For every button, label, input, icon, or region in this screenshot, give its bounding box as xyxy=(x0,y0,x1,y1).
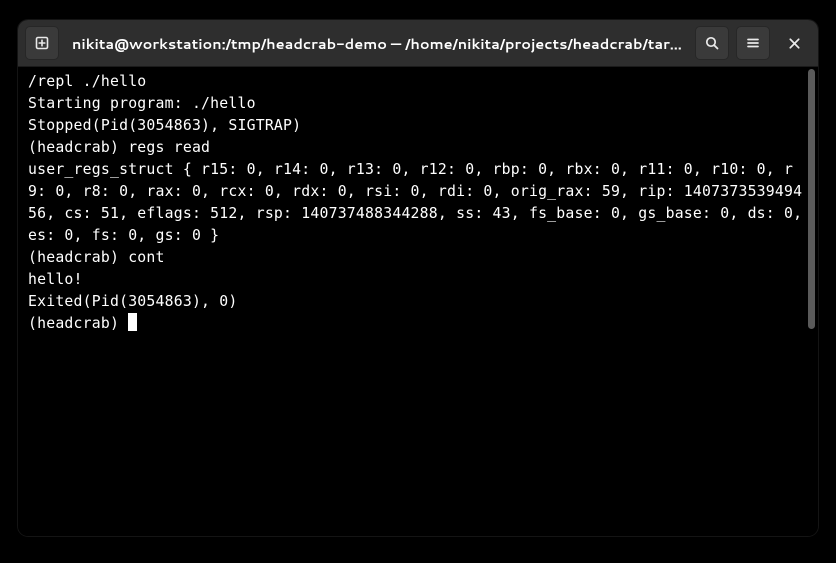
new-tab-icon xyxy=(34,35,50,51)
terminal-line: Stopped(Pid(3054863), SIGTRAP) xyxy=(28,115,808,137)
terminal-prompt: (headcrab) xyxy=(28,315,128,332)
terminal-scrollbar-thumb[interactable] xyxy=(808,69,815,329)
terminal-cursor xyxy=(128,313,137,331)
terminal-line: Exited(Pid(3054863), 0) xyxy=(28,291,808,313)
terminal-scrollbar[interactable] xyxy=(807,69,816,329)
terminal-prompt-line: (headcrab) xyxy=(28,313,808,335)
titlebar: nikita@workstation:/tmp/headcrab-demo — … xyxy=(18,20,818,67)
titlebar-right-group xyxy=(695,26,811,60)
close-button[interactable] xyxy=(777,26,811,60)
terminal-content[interactable]: /repl ./helloStarting program: ./helloSt… xyxy=(18,67,818,536)
terminal-window: nikita@workstation:/tmp/headcrab-demo — … xyxy=(18,20,818,536)
terminal-line: user_regs_struct { r15: 0, r14: 0, r13: … xyxy=(28,159,808,247)
search-button[interactable] xyxy=(695,26,729,60)
terminal-viewport: /repl ./helloStarting program: ./helloSt… xyxy=(18,67,818,536)
terminal-line: (headcrab) regs read xyxy=(28,137,808,159)
terminal-line: hello! xyxy=(28,269,808,291)
search-icon xyxy=(704,35,720,51)
terminal-line: Starting program: ./hello xyxy=(28,93,808,115)
menu-button[interactable] xyxy=(736,26,770,60)
hamburger-icon xyxy=(745,35,761,51)
close-icon xyxy=(787,36,802,51)
terminal-line: /repl ./hello xyxy=(28,71,808,93)
window-title: nikita@workstation:/tmp/headcrab-demo — … xyxy=(61,33,693,54)
new-tab-button[interactable] xyxy=(25,26,59,60)
terminal-line: (headcrab) cont xyxy=(28,247,808,269)
